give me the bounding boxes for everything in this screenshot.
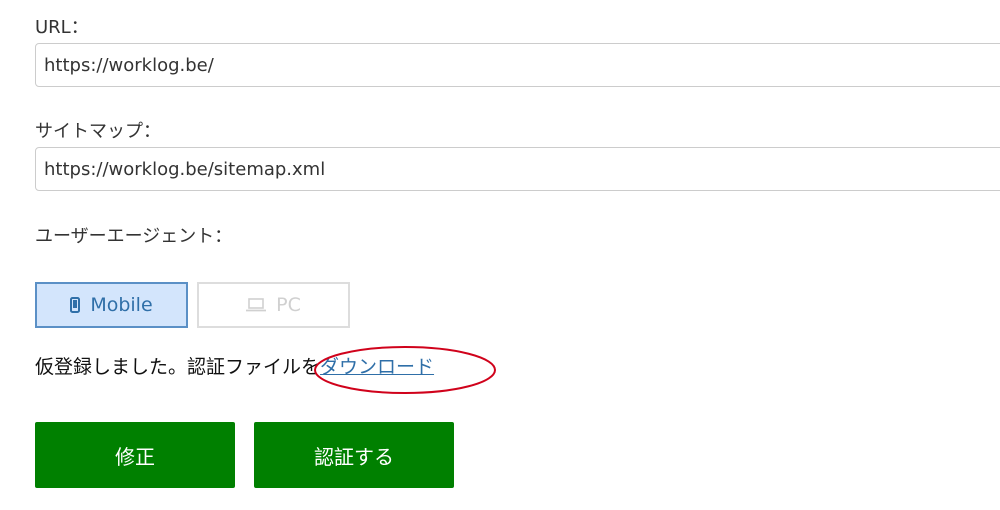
- user-agent-label: ユーザーエージェント：: [35, 226, 233, 247]
- sitemap-input[interactable]: [35, 147, 1000, 191]
- user-agent-mobile-label: Mobile: [90, 294, 153, 316]
- user-agent-mobile-button[interactable]: Mobile: [35, 282, 188, 328]
- sitemap-label: サイトマップ：: [35, 121, 161, 142]
- user-agent-pc-label: PC: [276, 294, 301, 316]
- mobile-phone-icon: [70, 297, 81, 313]
- url-input[interactable]: [35, 43, 1000, 87]
- download-link[interactable]: ダウンロード: [320, 356, 434, 378]
- edit-button[interactable]: 修正: [35, 422, 235, 488]
- verify-button[interactable]: 認証する: [254, 422, 454, 488]
- url-label: URL：: [35, 17, 89, 38]
- registration-form-page: URL： サイトマップ： ユーザーエージェント： Mobile PC 仮登録しま…: [0, 0, 1000, 510]
- user-agent-pc-button[interactable]: PC: [197, 282, 350, 328]
- registration-notice: 仮登録しました。認証ファイルをダウンロード: [35, 355, 434, 379]
- laptop-icon: [246, 298, 267, 312]
- notice-text: 仮登録しました。認証ファイルを: [35, 356, 321, 378]
